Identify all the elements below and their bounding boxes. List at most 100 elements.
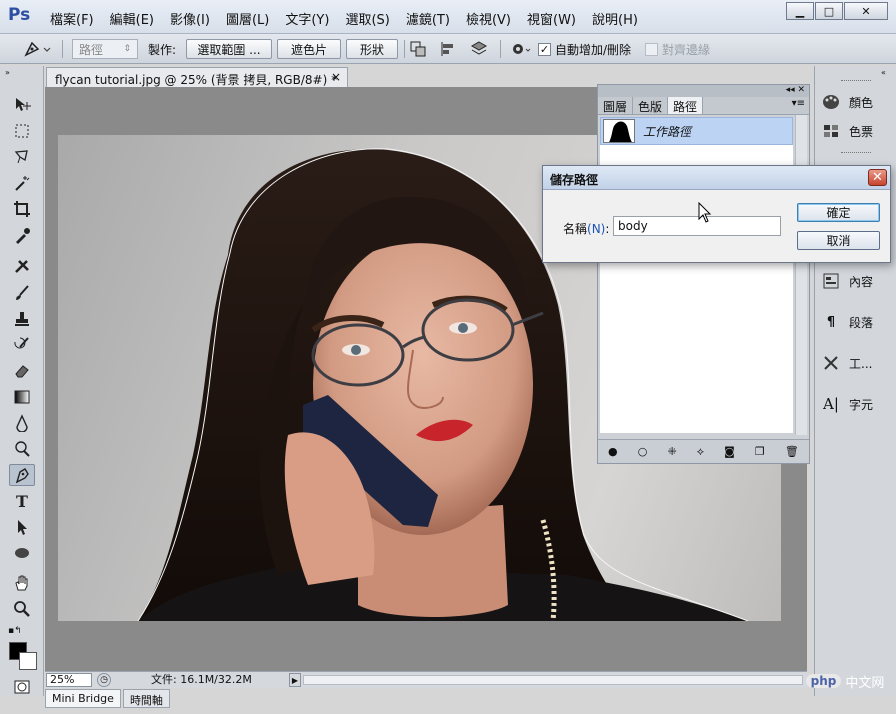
pen-tool-icon[interactable] bbox=[9, 464, 35, 486]
type-tool-icon[interactable]: T bbox=[9, 490, 35, 512]
eraser-tool-icon[interactable] bbox=[9, 360, 35, 382]
default-colors-icon[interactable]: ▪↰ bbox=[8, 626, 22, 636]
collapse-arrows-icon[interactable]: « bbox=[881, 68, 886, 77]
dock-item-character[interactable]: A| 字元 bbox=[821, 389, 893, 419]
menu-edit[interactable]: 編輯(E) bbox=[110, 9, 162, 28]
pen-tool-preset-icon[interactable] bbox=[22, 39, 52, 59]
grip-handle[interactable] bbox=[841, 80, 871, 83]
add-mask-icon[interactable]: ◙ bbox=[724, 445, 735, 458]
chevron-updown-icon: ⇕ bbox=[123, 44, 131, 54]
tab-mini-bridge[interactable]: Mini Bridge bbox=[45, 689, 121, 708]
grip-handle[interactable] bbox=[841, 152, 871, 155]
tool-mode-value: 路徑 bbox=[79, 42, 104, 57]
stroke-path-icon[interactable]: ○ bbox=[638, 445, 648, 458]
quick-mask-icon[interactable] bbox=[9, 676, 35, 698]
mask-button[interactable]: 遮色片 bbox=[277, 39, 341, 59]
paths-vertical-scrollbar[interactable] bbox=[795, 115, 807, 435]
history-brush-tool-icon[interactable] bbox=[9, 334, 35, 356]
gear-icon[interactable] bbox=[510, 39, 532, 59]
path-operations-icon[interactable] bbox=[410, 39, 426, 59]
lasso-tool-icon[interactable] bbox=[9, 146, 35, 168]
load-selection-icon[interactable]: ⁜ bbox=[667, 445, 676, 458]
dock-item-color[interactable]: 顏色 bbox=[821, 87, 893, 117]
make-selection-button[interactable]: 選取範圍 ... bbox=[186, 39, 272, 59]
make-work-path-icon[interactable]: ⟡ bbox=[697, 445, 704, 459]
minimize-button[interactable]: ▁ bbox=[786, 2, 814, 20]
watermark: php 中文网 bbox=[796, 670, 894, 692]
close-tab-icon[interactable]: × bbox=[331, 70, 341, 84]
menu-select[interactable]: 選取(S) bbox=[345, 9, 397, 28]
menu-window[interactable]: 視窗(W) bbox=[527, 9, 584, 28]
checkmark-icon: ✓ bbox=[538, 42, 551, 56]
paths-panel: ◂◂ ✕ 圖層 色版 路徑 ▾≡ 工作路徑 ● ○ ⁜ ⟡ ◙ ❐ 🗑 bbox=[597, 84, 810, 464]
path-alignment-icon[interactable] bbox=[440, 39, 456, 59]
dock-item-properties[interactable]: 內容 bbox=[821, 266, 893, 296]
divider bbox=[62, 40, 63, 58]
panel-tabs: 圖層 色版 路徑 ▾≡ bbox=[598, 97, 809, 115]
auto-add-delete-label: 自動增加/刪除 bbox=[555, 42, 632, 57]
ok-button[interactable]: 確定 bbox=[797, 203, 880, 222]
fill-path-icon[interactable]: ● bbox=[608, 445, 618, 458]
tab-paths[interactable]: 路徑 bbox=[668, 97, 704, 114]
clone-stamp-tool-icon[interactable] bbox=[9, 308, 35, 330]
dock-item-tool-presets[interactable]: 工... bbox=[821, 348, 893, 378]
blur-tool-icon[interactable] bbox=[9, 412, 35, 434]
menu-file[interactable]: 檔案(F) bbox=[50, 9, 102, 28]
background-color-swatch[interactable] bbox=[19, 652, 37, 670]
crop-tool-icon[interactable] bbox=[9, 198, 35, 220]
menu-bar: Ps 檔案(F) 編輯(E) 影像(I) 圖層(L) 文字(Y) 選取(S) 濾… bbox=[0, 0, 896, 34]
tab-layers[interactable]: 圖層 bbox=[598, 97, 634, 114]
tab-timeline[interactable]: 時間軸 bbox=[122, 689, 170, 708]
menu-image[interactable]: 影像(I) bbox=[170, 9, 218, 28]
cancel-button[interactable]: 取消 bbox=[797, 231, 880, 250]
dialog-close-button[interactable]: ✕ bbox=[868, 169, 887, 186]
zoom-field[interactable]: 25% bbox=[46, 673, 92, 687]
magic-wand-tool-icon[interactable] bbox=[9, 172, 35, 194]
dodge-tool-icon[interactable] bbox=[9, 438, 35, 460]
work-path-row[interactable]: 工作路徑 bbox=[600, 117, 793, 145]
align-edges-checkbox[interactable]: 對齊邊緣 bbox=[645, 39, 710, 59]
name-label-text: 名稱 bbox=[563, 222, 588, 236]
zoom-tool-icon[interactable] bbox=[9, 598, 35, 620]
menu-help[interactable]: 說明(H) bbox=[592, 9, 646, 28]
shape-button[interactable]: 形狀 bbox=[346, 39, 398, 59]
collapse-arrows-icon[interactable]: » bbox=[5, 68, 10, 77]
play-arrow-icon[interactable]: ▶ bbox=[289, 673, 301, 687]
ellipse-tool-icon[interactable] bbox=[9, 542, 35, 564]
menu-filter[interactable]: 濾鏡(T) bbox=[406, 9, 458, 28]
bottom-panel-tabs: Mini Bridge 時間軸 bbox=[45, 689, 172, 709]
healing-brush-tool-icon[interactable] bbox=[9, 256, 35, 278]
panel-header-controls[interactable]: ◂◂ ✕ bbox=[598, 85, 809, 97]
tab-channels[interactable]: 色版 bbox=[633, 97, 669, 114]
status-menu-icon[interactable]: ◷ bbox=[97, 673, 111, 687]
hand-tool-icon[interactable] bbox=[9, 572, 35, 594]
panel-menu-icon[interactable]: ▾≡ bbox=[788, 97, 809, 114]
path-selection-tool-icon[interactable] bbox=[9, 516, 35, 538]
watermark-badge: php bbox=[805, 674, 842, 688]
dock-item-swatches[interactable]: 色票 bbox=[821, 116, 893, 146]
path-arrangement-icon[interactable] bbox=[470, 39, 488, 59]
brush-tool-icon[interactable] bbox=[9, 282, 35, 304]
horizontal-scrollbar[interactable] bbox=[303, 675, 803, 685]
eyedropper-tool-icon[interactable] bbox=[9, 224, 35, 246]
trash-icon[interactable]: 🗑 bbox=[785, 445, 799, 458]
marquee-tool-icon[interactable] bbox=[9, 120, 35, 142]
auto-add-delete-checkbox[interactable]: ✓ 自動增加/刪除 bbox=[538, 39, 631, 59]
tool-mode-select[interactable]: 路徑 ⇕ bbox=[72, 39, 138, 59]
close-window-button[interactable]: ✕ bbox=[844, 2, 888, 20]
dock-item-paragraph[interactable]: ¶ 段落 bbox=[821, 307, 893, 337]
menu-type[interactable]: 文字(Y) bbox=[285, 9, 337, 28]
checkbox-empty-icon bbox=[645, 42, 658, 56]
document-tab[interactable]: flycan tutorial.jpg @ 25% (背景 拷貝, RGB/8#… bbox=[46, 67, 348, 87]
path-name-input[interactable]: body bbox=[613, 216, 781, 236]
menu-view[interactable]: 檢視(V) bbox=[466, 9, 519, 28]
maximize-button[interactable]: □ bbox=[815, 2, 843, 20]
menu-layer[interactable]: 圖層(L) bbox=[226, 9, 277, 28]
mouse-cursor-icon bbox=[698, 202, 712, 223]
move-tool-icon[interactable] bbox=[9, 94, 35, 116]
align-edges-label: 對齊邊緣 bbox=[662, 42, 711, 57]
gradient-tool-icon[interactable] bbox=[9, 386, 35, 408]
window-controls: ▁ □ ✕ bbox=[785, 2, 888, 20]
new-path-icon[interactable]: ❐ bbox=[755, 445, 765, 458]
photoshop-logo: Ps bbox=[8, 5, 31, 25]
